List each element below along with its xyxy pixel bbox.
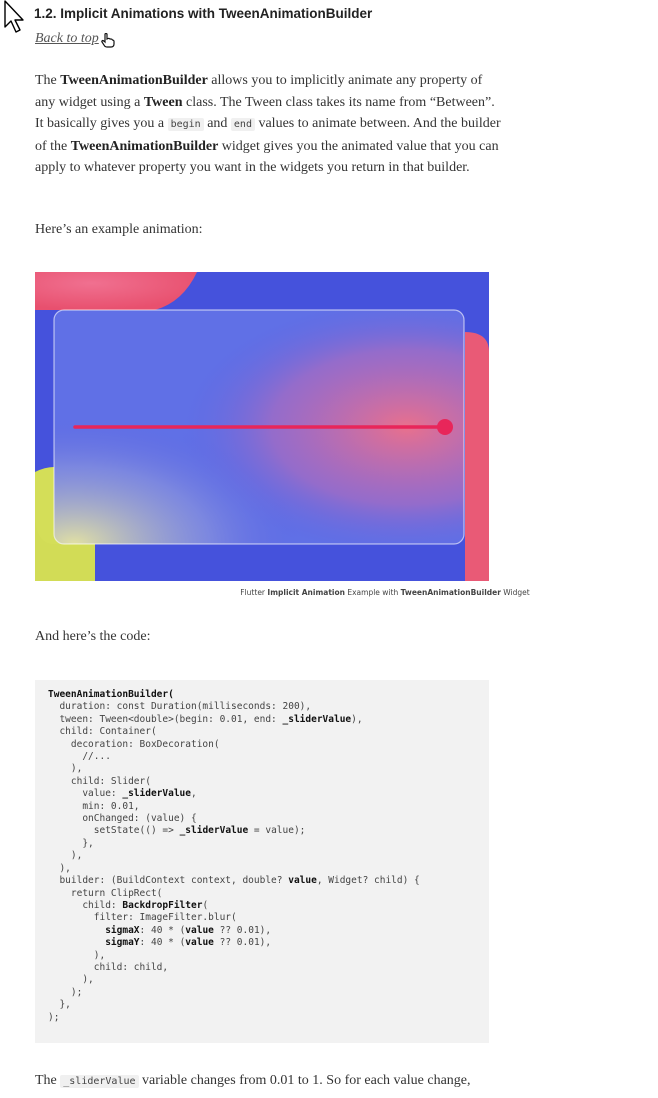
code-bold: _sliderValue — [179, 825, 249, 837]
caption-text: Widget — [500, 588, 530, 597]
example-intro-text: Here’s an example animation: — [35, 222, 203, 237]
code-line: ), — [48, 949, 106, 961]
code-line: setState(() => — [48, 825, 180, 837]
bold-text: TweenAnimationBuilder — [70, 138, 219, 154]
text: variable changes from 0.01 to 1. So for … — [138, 1073, 471, 1088]
slider-thumb[interactable] — [437, 419, 453, 435]
bold-text: Tween — [143, 94, 183, 110]
code-line: ( — [202, 899, 209, 911]
code-bold: value — [185, 924, 214, 936]
text: and — [203, 116, 231, 131]
code-line: }, — [48, 999, 71, 1011]
code-line: child: Container( — [48, 726, 157, 738]
code-bold: BackdropFilter — [122, 899, 203, 911]
code-line: ); — [48, 1011, 60, 1023]
code-line: ); — [48, 986, 83, 998]
code-intro-text: And here’s the code: — [35, 629, 151, 644]
code-line: ), — [48, 850, 83, 862]
code-line: , Widget? child) { — [316, 875, 420, 887]
animation-example-image — [35, 272, 489, 581]
hand-pointer-icon — [101, 33, 115, 48]
code-content: TweenAnimationBuilder( duration: const D… — [48, 689, 420, 1024]
code-line: tween: Tween<double>(begin: 0.01, end: — [48, 713, 283, 725]
code-line: child: child, — [48, 961, 169, 973]
code-bold: value — [288, 875, 317, 887]
text: The — [35, 73, 61, 88]
code-line: value: — [48, 788, 123, 800]
code-line: min: 0.01, — [48, 800, 140, 812]
code-line: decoration: BoxDecoration( — [48, 738, 220, 750]
outro-paragraph: The _sliderValue variable changes from 0… — [35, 1070, 515, 1093]
figure-caption: Flutter Implicit Animation Example with … — [0, 588, 658, 597]
caption-bold: Implicit Animation — [267, 588, 345, 597]
caption-text: Flutter — [240, 588, 268, 597]
code-line: : 40 * ( — [139, 924, 186, 936]
code-line: builder: (BuildContext context, double? — [48, 875, 289, 887]
code-line: }, — [48, 837, 94, 849]
section-title: 1.2. Implicit Animations with TweenAnima… — [34, 6, 373, 21]
bold-text: TweenAnimationBuilder — [60, 73, 208, 88]
back-to-top-link[interactable]: Back to top — [35, 31, 99, 47]
text: The — [35, 1073, 61, 1088]
code-line: ), — [48, 974, 94, 986]
code-line: duration: const Duration(milliseconds: 2… — [48, 701, 312, 713]
code-line: = value); — [248, 825, 306, 837]
inline-code: end — [230, 118, 255, 131]
code-line: ?? 0.01), — [213, 924, 272, 936]
code-line: child: Slider( — [48, 775, 151, 787]
code-line: ?? 0.01), — [213, 937, 272, 949]
code-bold: sigmaX — [105, 924, 140, 936]
code-line: ), — [48, 763, 83, 775]
code-bold: value — [185, 937, 214, 949]
inline-code: _sliderValue — [60, 1075, 139, 1088]
code-line: ), — [48, 862, 71, 874]
slider[interactable] — [35, 272, 489, 581]
code-line: child: — [48, 899, 123, 911]
caption-bold: TweenAnimationBuilder — [400, 588, 501, 597]
code-bold: sigmaY — [105, 937, 140, 949]
code-bold: _sliderValue — [122, 788, 191, 800]
caption-text: Example with — [344, 588, 401, 597]
code-line: return ClipRect( — [48, 887, 163, 899]
inline-code: begin — [167, 118, 204, 131]
code-line: : 40 * ( — [139, 937, 186, 949]
code-line: filter: ImageFilter.blur( — [48, 912, 237, 924]
code-line: TweenAnimationBuilder( — [48, 689, 174, 700]
code-block: TweenAnimationBuilder( duration: const D… — [35, 680, 489, 1043]
code-line: ), — [351, 713, 363, 725]
code-bold: _sliderValue — [282, 713, 352, 725]
code-line: //... — [48, 751, 111, 763]
mouse-cursor-icon — [4, 0, 24, 33]
code-line: , — [191, 788, 197, 800]
intro-paragraph: The TweenAnimationBuilder allows you to … — [35, 70, 505, 179]
code-line: onChanged: (value) { — [48, 813, 197, 825]
